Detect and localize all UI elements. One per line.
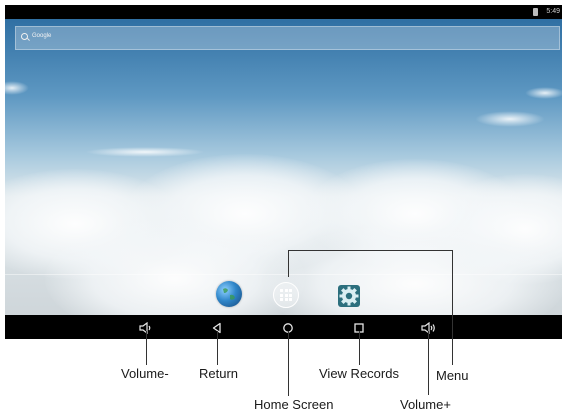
grid-dot bbox=[289, 289, 292, 292]
view-records-label: View Records bbox=[319, 366, 399, 381]
status-bar: 5:49 bbox=[5, 5, 562, 19]
grid-dot bbox=[284, 293, 288, 297]
battery-icon bbox=[533, 8, 538, 16]
volume-down-callout-line bbox=[146, 331, 147, 365]
sky-cloud bbox=[525, 87, 562, 99]
search-label: Google bbox=[32, 33, 52, 39]
device-screen: 5:49 Google bbox=[5, 5, 562, 339]
volume-up-label: Volume+ bbox=[400, 397, 451, 412]
browser-icon[interactable] bbox=[216, 281, 242, 307]
menu-callout-line bbox=[288, 250, 289, 277]
gear-icon bbox=[338, 285, 360, 307]
menu-label: Menu bbox=[436, 368, 469, 383]
grid-dot bbox=[280, 289, 283, 292]
wallpaper: Google bbox=[5, 19, 562, 315]
return-label: Return bbox=[199, 366, 239, 381]
volume-up-callout-line bbox=[428, 331, 429, 395]
grid-dot bbox=[280, 298, 283, 301]
grid-dot bbox=[289, 298, 292, 301]
home-screen-label: Home Screen bbox=[254, 397, 334, 412]
grid-dot bbox=[289, 293, 292, 297]
globe-icon bbox=[223, 288, 235, 300]
search-icon bbox=[21, 33, 28, 40]
navigation-bar bbox=[5, 315, 562, 339]
return-callout-line bbox=[217, 331, 218, 365]
menu-callout-line bbox=[452, 250, 453, 365]
sky-cloud bbox=[85, 147, 205, 157]
sky-cloud bbox=[5, 81, 29, 95]
settings-icon[interactable] bbox=[336, 283, 362, 309]
search-bar[interactable]: Google bbox=[15, 26, 560, 50]
sky-cloud bbox=[475, 111, 545, 127]
volume-up-icon bbox=[421, 321, 435, 335]
home-screen-callout-line bbox=[288, 331, 289, 396]
grid-dot bbox=[284, 289, 288, 292]
dock-divider bbox=[5, 274, 562, 275]
volume-up-button[interactable] bbox=[421, 321, 437, 339]
status-time: 5:49 bbox=[546, 8, 560, 15]
grid-dot bbox=[284, 298, 288, 301]
grid-dot bbox=[280, 293, 283, 297]
menu-callout-line bbox=[288, 250, 453, 251]
app-drawer-button[interactable] bbox=[273, 282, 299, 308]
volume-down-label: Volume- bbox=[121, 366, 169, 381]
view-records-callout-line bbox=[359, 331, 360, 365]
